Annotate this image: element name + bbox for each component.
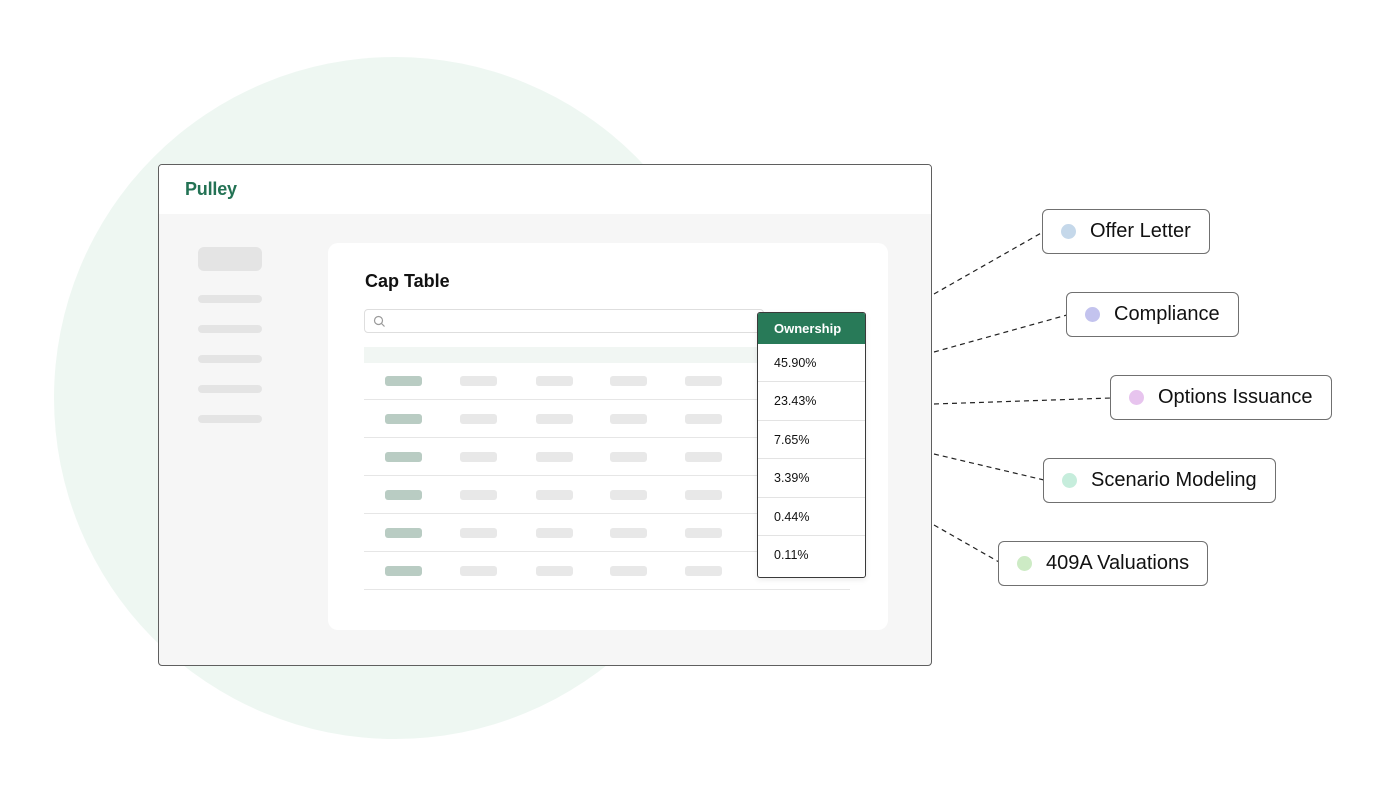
- connector-line: [933, 397, 1112, 405]
- feature-tag-409a-valuations[interactable]: 409A Valuations: [998, 541, 1209, 586]
- options-issuance-dot-icon: [1129, 390, 1144, 405]
- feature-tag-offer-letter[interactable]: Offer Letter: [1042, 209, 1210, 254]
- feature-label: Compliance: [1114, 303, 1220, 325]
- 409a-valuations-dot-icon: [1017, 556, 1032, 571]
- feature-tag-compliance[interactable]: Compliance: [1066, 292, 1239, 337]
- connector-line: [933, 314, 1068, 353]
- connector-line: [933, 524, 1000, 563]
- connector-line: [933, 453, 1045, 481]
- connector-line: [933, 231, 1044, 295]
- feature-label: Scenario Modeling: [1091, 469, 1257, 491]
- feature-tag-options-issuance[interactable]: Options Issuance: [1110, 375, 1332, 420]
- feature-tag-scenario-modeling[interactable]: Scenario Modeling: [1043, 458, 1276, 503]
- feature-label: 409A Valuations: [1046, 552, 1190, 574]
- feature-label: Options Issuance: [1158, 386, 1313, 408]
- offer-letter-dot-icon: [1061, 224, 1076, 239]
- scenario-modeling-dot-icon: [1062, 473, 1077, 488]
- feature-label: Offer Letter: [1090, 220, 1191, 242]
- compliance-dot-icon: [1085, 307, 1100, 322]
